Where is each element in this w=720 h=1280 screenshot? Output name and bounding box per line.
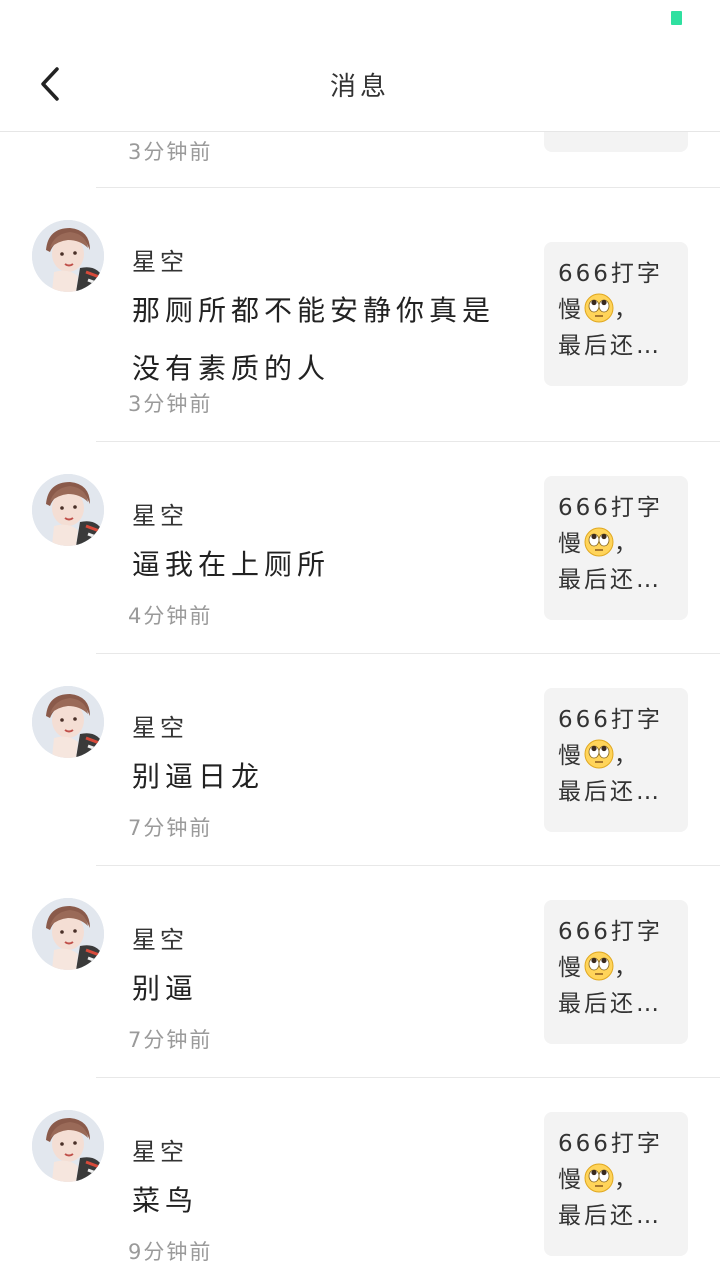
preview-punctuation: ， xyxy=(614,297,640,323)
status-indicator-icon xyxy=(671,11,682,25)
preview-line: 666打字 xyxy=(558,707,663,733)
message-text: 菜鸟 xyxy=(132,1184,199,1217)
username: 星空 xyxy=(132,248,188,276)
message-time: 3分钟前 xyxy=(128,140,213,164)
preview-line: 666打字 xyxy=(558,261,663,287)
message-text: 别逼 xyxy=(132,972,199,1005)
message-time: 7分钟前 xyxy=(128,1028,213,1052)
preview-line: 666打字 xyxy=(558,919,663,945)
preview-thumbnail[interactable] xyxy=(544,132,688,152)
avatar[interactable] xyxy=(32,898,104,970)
message-text: 别逼日龙 xyxy=(132,760,265,793)
avatar[interactable] xyxy=(32,220,104,292)
preview-thumbnail[interactable]: 666打字 慢， 最后还… xyxy=(544,242,688,386)
avatar-image-icon xyxy=(32,220,104,292)
preview-thumbnail[interactable]: 666打字 慢， 最后还… xyxy=(544,688,688,832)
preview-line: 最后还… xyxy=(558,991,662,1017)
avatar[interactable] xyxy=(32,474,104,546)
avatar-image-icon xyxy=(32,898,104,970)
page-title: 消息 xyxy=(329,72,390,102)
preview-text: 慢 xyxy=(558,531,584,557)
status-bar xyxy=(0,0,720,36)
list-item-partial[interactable]: 3分钟前 xyxy=(0,132,720,188)
username: 星空 xyxy=(132,502,188,530)
message-time: 9分钟前 xyxy=(128,1240,213,1264)
eye-roll-emoji-icon xyxy=(584,527,614,557)
message-text: 逼我在上厕所 xyxy=(132,548,331,581)
list-item[interactable]: 星空 别逼 7分钟前 666打字 慢， 最后还… xyxy=(0,866,720,1078)
preview-text: 慢 xyxy=(558,743,584,769)
eye-roll-emoji-icon xyxy=(584,739,614,769)
message-time: 3分钟前 xyxy=(128,392,213,416)
preview-line: 慢， xyxy=(558,1162,678,1198)
list-item[interactable]: 星空 别逼日龙 7分钟前 666打字 慢， 最后还… xyxy=(0,654,720,866)
avatar[interactable] xyxy=(32,686,104,758)
list-item[interactable]: 星空 逼我在上厕所 4分钟前 666打字 慢， 最后还… xyxy=(0,442,720,654)
preview-punctuation: ， xyxy=(614,743,640,769)
preview-line: 最后还… xyxy=(558,1203,662,1229)
eye-roll-emoji-icon xyxy=(584,293,614,323)
preview-text: 慢 xyxy=(558,955,584,981)
message-time: 4分钟前 xyxy=(128,604,213,628)
preview-line: 666打字 xyxy=(558,495,663,521)
preview-punctuation: ， xyxy=(614,955,640,981)
avatar-image-icon xyxy=(32,686,104,758)
preview-thumbnail[interactable]: 666打字 慢， 最后还… xyxy=(544,476,688,620)
preview-line: 最后还… xyxy=(558,779,662,805)
preview-text: 慢 xyxy=(558,1167,584,1193)
preview-line: 慢， xyxy=(558,292,678,328)
preview-line: 慢， xyxy=(558,738,678,774)
message-list[interactable]: 3分钟前 星空 那厕所都不能安静你真是没有素质的人 3分钟前 666打字 慢 ，… xyxy=(0,132,720,1280)
username: 星空 xyxy=(132,714,188,742)
preview-line: 慢， xyxy=(558,950,678,986)
eye-roll-emoji-icon xyxy=(584,951,614,981)
preview-line: 慢， xyxy=(558,526,678,562)
preview-punctuation: ， xyxy=(614,1167,640,1193)
avatar-image-icon xyxy=(32,1110,104,1182)
preview-text: 慢 xyxy=(558,297,584,323)
list-item[interactable]: 星空 菜鸟 9分钟前 666打字 慢， 最后还… xyxy=(0,1078,720,1280)
avatar-image-icon xyxy=(32,474,104,546)
preview-thumbnail[interactable]: 666打字 慢， 最后还… xyxy=(544,900,688,1044)
preview-punctuation: ， xyxy=(614,531,640,557)
avatar[interactable] xyxy=(32,1110,104,1182)
preview-thumbnail[interactable]: 666打字 慢， 最后还… xyxy=(544,1112,688,1256)
preview-line: 最后还… xyxy=(558,333,662,359)
preview-line: 666打字 xyxy=(558,1131,663,1157)
preview-line: 最后还… xyxy=(558,567,662,593)
username: 星空 xyxy=(132,1138,188,1166)
eye-roll-emoji-icon xyxy=(584,1163,614,1193)
list-item[interactable]: 星空 那厕所都不能安静你真是没有素质的人 3分钟前 666打字 慢， 最后还… xyxy=(0,188,720,442)
header: 消息 xyxy=(0,36,720,132)
username: 星空 xyxy=(132,926,188,954)
message-text: 那厕所都不能安静你真是没有素质的人 xyxy=(132,294,496,385)
message-time: 7分钟前 xyxy=(128,816,213,840)
